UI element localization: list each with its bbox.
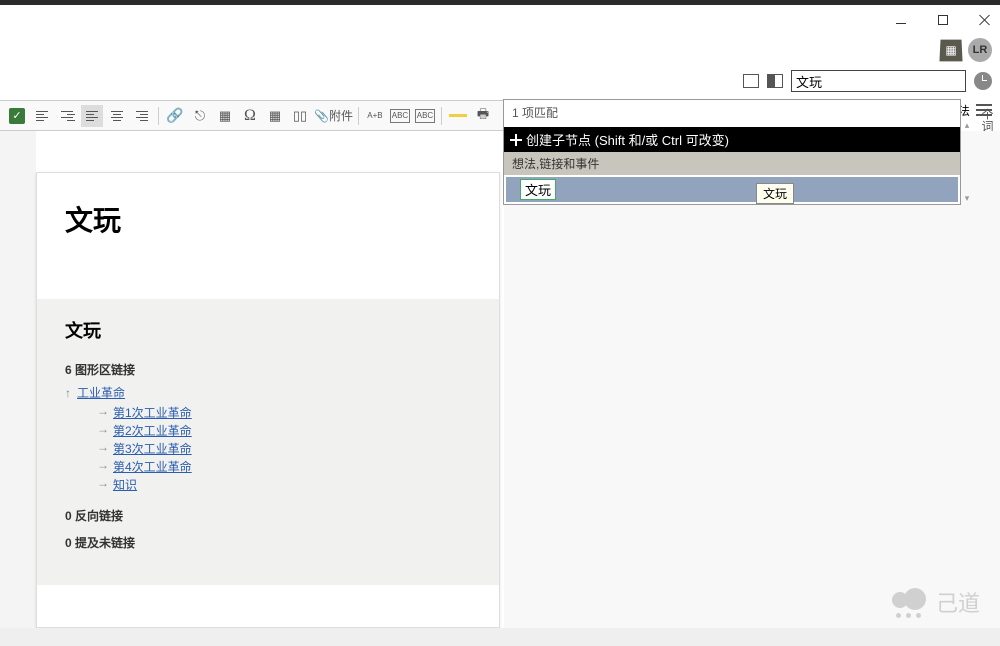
parent-link[interactable]: 工业革命 (77, 384, 125, 401)
arrow-icon: → (97, 458, 109, 475)
child-link-row: →知识 (65, 476, 471, 493)
indent-tool[interactable] (56, 105, 78, 127)
separator (441, 107, 442, 125)
child-link[interactable]: 知识 (113, 476, 137, 493)
section-title: 文玩 (65, 317, 471, 343)
right-panel (504, 131, 1000, 646)
bottom-gutter (0, 628, 1000, 646)
view-single-icon[interactable] (743, 74, 759, 88)
calendar-tool[interactable]: ▦ (214, 105, 236, 127)
align-right-tool[interactable] (131, 105, 153, 127)
header-row: ▦ LR (0, 35, 1000, 65)
align-left-tool[interactable] (81, 105, 103, 127)
scroll-down-icon: ▾ (965, 193, 970, 204)
print-tool[interactable]: 🖶 (472, 105, 494, 127)
left-gutter (0, 131, 36, 646)
bookmark-tool[interactable]: ▯▯ (289, 105, 311, 127)
result-label: 文玩 (520, 179, 556, 200)
find-replace-tool[interactable]: A+B (364, 105, 386, 127)
create-child-option[interactable]: 创建子节点 (Shift 和/或 Ctrl 可改变) (504, 127, 960, 152)
package-icon[interactable]: ▦ (939, 40, 962, 62)
separator (158, 107, 159, 125)
dropdown-scrollbar[interactable]: ▴ ▾ (960, 120, 974, 204)
create-child-label: 创建子节点 (Shift 和/或 Ctrl 可改变) (526, 130, 729, 149)
history-icon[interactable] (974, 72, 992, 90)
search-input[interactable] (791, 70, 966, 92)
section-header: 想法,链接和事件 (504, 152, 960, 175)
scroll-up-icon: ▴ (965, 120, 970, 131)
attachment-tool[interactable]: 📎 附件 (314, 105, 353, 127)
side-label: 个词 (979, 108, 996, 132)
tooltip: 文玩 (756, 183, 794, 204)
highlight-tool[interactable] (447, 105, 469, 127)
parent-link-row: ↑ 工业革命 (65, 384, 471, 401)
view-split-icon[interactable] (767, 74, 783, 88)
backlinks-header: 0 反向链接 (65, 507, 471, 524)
watermark-text: 己道 (936, 586, 980, 618)
link-tool[interactable]: 🔗 (164, 105, 186, 127)
separator (358, 107, 359, 125)
minimize-button[interactable] (894, 13, 908, 27)
close-button[interactable] (978, 13, 992, 27)
align-center-tool[interactable] (106, 105, 128, 127)
child-link[interactable]: 第1次工业革命 (113, 404, 192, 421)
document-panel: 文玩 文玩 6 图形区链接 ↑ 工业革命 →第1次工业革命 →第2次工业革命 →… (36, 172, 500, 628)
child-link[interactable]: 第4次工业革命 (113, 458, 192, 475)
window-title-bar (0, 5, 1000, 35)
child-link-row: →第4次工业革命 (65, 458, 471, 475)
search-bar (0, 65, 1000, 97)
unlinked-header: 0 提及未链接 (65, 534, 471, 551)
child-link[interactable]: 第3次工业革命 (113, 440, 192, 457)
symbol-tool[interactable]: Ω (239, 105, 261, 127)
arrow-icon: → (97, 404, 109, 421)
checkbox-tool[interactable]: ✓ (6, 105, 28, 127)
outdent-tool[interactable] (31, 105, 53, 127)
arrow-icon: → (97, 422, 109, 439)
editor-toolbar: ✓ 🔗 ⎋ ▦ Ω ▦ ▯▯ 📎 附件 A+B ABC ABC 🖶 (0, 100, 504, 131)
match-count: 1 项匹配 (504, 100, 960, 127)
child-link-row: →第1次工业革命 (65, 404, 471, 421)
grammar-tool[interactable]: ABC (414, 105, 436, 127)
arrow-icon: → (97, 476, 109, 493)
plus-icon (510, 134, 522, 146)
search-dropdown: 1 项匹配 创建子节点 (Shift 和/或 Ctrl 可改变) 想法,链接和事… (503, 99, 961, 205)
watermark: 己道 (892, 586, 980, 618)
child-link[interactable]: 第2次工业革命 (113, 422, 192, 439)
spellcheck-tool[interactable]: ABC (389, 105, 411, 127)
wechat-icon (892, 586, 928, 618)
arrow-icon: → (97, 440, 109, 457)
child-link-row: →第2次工业革命 (65, 422, 471, 439)
table-tool[interactable]: ▦ (264, 105, 286, 127)
maximize-button[interactable] (936, 13, 950, 27)
page-title: 文玩 (65, 199, 471, 239)
anchor-tool[interactable]: ⎋ (189, 105, 211, 127)
search-result-item[interactable]: 文玩 (505, 176, 959, 203)
child-link-row: →第3次工业革命 (65, 440, 471, 457)
user-avatar[interactable]: LR (968, 38, 992, 62)
up-arrow-icon: ↑ (65, 386, 71, 400)
graph-links-header: 6 图形区链接 (65, 361, 471, 378)
